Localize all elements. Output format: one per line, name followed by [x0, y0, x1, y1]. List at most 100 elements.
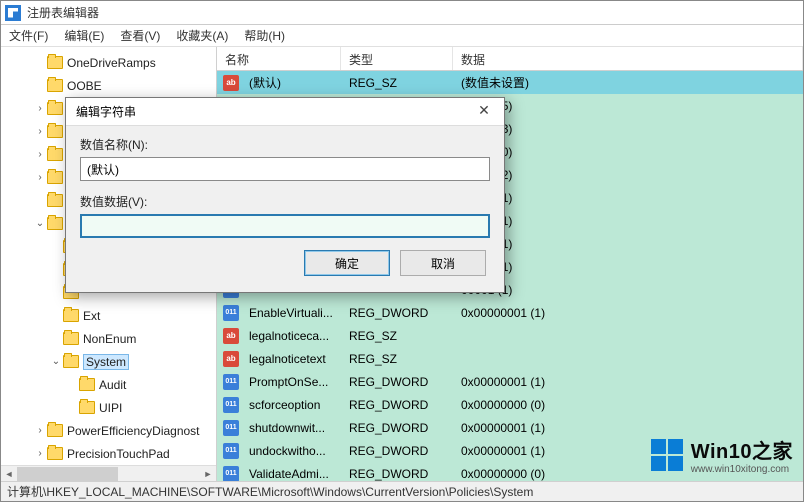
- tree-node[interactable]: ·OneDriveRamps: [1, 51, 216, 74]
- cell-type: REG_DWORD: [343, 421, 455, 435]
- col-header-data[interactable]: 数据: [453, 47, 803, 70]
- chevron-down-icon[interactable]: ⌄: [33, 218, 47, 229]
- tree-node[interactable]: ·Ext: [1, 304, 216, 327]
- cell-name: legalnoticeca...: [243, 329, 343, 343]
- cell-type: REG_DWORD: [343, 375, 455, 389]
- dword-value-icon: [223, 305, 239, 321]
- cell-data: 00000 (0): [455, 145, 803, 159]
- folder-icon: [63, 309, 79, 322]
- string-value-icon: [223, 75, 239, 91]
- table-row[interactable]: scforceoptionREG_DWORD0x00000000 (0): [217, 393, 803, 416]
- folder-icon: [47, 447, 63, 460]
- chevron-right-icon[interactable]: ›: [33, 425, 47, 436]
- value-name-label: 数值名称(N):: [80, 136, 490, 153]
- scroll-thumb[interactable]: [17, 467, 118, 481]
- table-row[interactable]: PromptOnSe...REG_DWORD0x00000001 (1): [217, 370, 803, 393]
- chevron-right-icon[interactable]: ›: [33, 172, 47, 183]
- cell-data: 0x00000001 (1): [455, 375, 803, 389]
- cell-data: 0x00000001 (1): [455, 306, 803, 320]
- dword-value-icon: [223, 420, 239, 436]
- cell-type: REG_DWORD: [343, 467, 455, 481]
- cell-type: REG_DWORD: [343, 444, 455, 458]
- scroll-left-icon[interactable]: ◄: [1, 469, 17, 479]
- string-value-icon: [223, 351, 239, 367]
- col-header-type[interactable]: 类型: [341, 47, 453, 70]
- table-row[interactable]: EnableVirtuali...REG_DWORD0x00000001 (1): [217, 301, 803, 324]
- cell-data: 0x00000000 (0): [455, 398, 803, 412]
- cell-name: ValidateAdmi...: [243, 467, 343, 481]
- cell-type: REG_SZ: [343, 76, 455, 90]
- table-row[interactable]: legalnoticetextREG_SZ: [217, 347, 803, 370]
- ok-button[interactable]: 确定: [304, 250, 390, 276]
- menu-favorites[interactable]: 收藏夹(A): [176, 27, 228, 44]
- edit-string-dialog: 编辑字符串 ✕ 数值名称(N): 数值数据(V): 确定 取消: [65, 97, 505, 293]
- cell-data: 00003 (3): [455, 122, 803, 136]
- cell-name: legalnoticetext: [243, 352, 343, 366]
- folder-icon: [47, 125, 63, 138]
- cancel-button[interactable]: 取消: [400, 250, 486, 276]
- cell-name: undockwitho...: [243, 444, 343, 458]
- close-icon[interactable]: ✕: [470, 102, 498, 119]
- tree-node-label: Ext: [83, 309, 100, 323]
- tree-node[interactable]: ·NonEnum: [1, 327, 216, 350]
- folder-icon: [47, 217, 63, 230]
- tree-node-label: Audit: [99, 378, 126, 392]
- table-row[interactable]: legalnoticeca...REG_SZ: [217, 324, 803, 347]
- tree-node-label: OneDriveRamps: [67, 56, 156, 70]
- value-name-input[interactable]: [80, 157, 490, 181]
- chevron-right-icon[interactable]: ›: [33, 448, 47, 459]
- tree-node-label: PowerEfficiencyDiagnost: [67, 424, 200, 438]
- tree-node[interactable]: › PowerEfficiencyDiagnost: [1, 419, 216, 442]
- folder-icon: [47, 171, 63, 184]
- folder-icon: [79, 401, 95, 414]
- scroll-track[interactable]: [17, 467, 200, 481]
- chevron-down-icon[interactable]: ⌄: [49, 356, 63, 367]
- tree-node[interactable]: ·UIPI: [1, 396, 216, 419]
- folder-icon: [47, 102, 63, 115]
- cell-data: 00001 (1): [455, 260, 803, 274]
- tree-node-label: OOBE: [67, 79, 102, 93]
- menu-view[interactable]: 查看(V): [120, 27, 160, 44]
- tree-node[interactable]: ·Audit: [1, 373, 216, 396]
- value-data-input[interactable]: [80, 214, 490, 238]
- col-header-name[interactable]: 名称: [217, 47, 341, 70]
- titlebar: 注册表编辑器: [1, 1, 803, 25]
- statusbar: 计算机\HKEY_LOCAL_MACHINE\SOFTWARE\Microsof…: [1, 481, 803, 501]
- menu-help[interactable]: 帮助(H): [244, 27, 285, 44]
- folder-icon: [47, 148, 63, 161]
- cell-name: (默认): [243, 74, 343, 91]
- cell-data: (数值未设置): [455, 74, 803, 91]
- cell-name: scforceoption: [243, 398, 343, 412]
- table-row[interactable]: (默认)REG_SZ(数值未设置): [217, 71, 803, 94]
- status-path: 计算机\HKEY_LOCAL_MACHINE\SOFTWARE\Microsof…: [7, 483, 533, 500]
- dword-value-icon: [223, 374, 239, 390]
- chevron-right-icon[interactable]: ›: [33, 149, 47, 160]
- cell-type: REG_DWORD: [343, 306, 455, 320]
- scroll-right-icon[interactable]: ►: [200, 469, 216, 479]
- folder-icon: [63, 355, 79, 368]
- regedit-icon: [5, 5, 21, 21]
- dword-value-icon: [223, 397, 239, 413]
- dword-value-icon: [223, 443, 239, 459]
- folder-icon: [47, 56, 63, 69]
- cell-name: PromptOnSe...: [243, 375, 343, 389]
- tree-node[interactable]: ›PrecisionTouchPad: [1, 442, 216, 465]
- chevron-right-icon[interactable]: ›: [33, 126, 47, 137]
- watermark: Win10之家 www.win10xitong.com: [651, 435, 793, 475]
- cell-type: REG_SZ: [343, 329, 455, 343]
- menu-edit[interactable]: 编辑(E): [64, 27, 104, 44]
- menu-file[interactable]: 文件(F): [9, 27, 48, 44]
- chevron-right-icon[interactable]: ›: [33, 103, 47, 114]
- list-header: 名称 类型 数据: [217, 47, 803, 71]
- tree-node-label: NonEnum: [83, 332, 136, 346]
- window-title: 注册表编辑器: [27, 4, 99, 21]
- tree-node[interactable]: ⌄System: [1, 350, 216, 373]
- folder-icon: [47, 424, 63, 437]
- tree-node[interactable]: ·OOBE: [1, 74, 216, 97]
- cell-data: 00001 (1): [455, 191, 803, 205]
- watermark-url: www.win10xitong.com: [691, 464, 793, 475]
- dialog-titlebar: 编辑字符串 ✕: [66, 98, 504, 126]
- tree-hscrollbar[interactable]: ◄ ►: [1, 465, 216, 481]
- watermark-title: Win10之家: [691, 435, 793, 464]
- folder-icon: [47, 194, 63, 207]
